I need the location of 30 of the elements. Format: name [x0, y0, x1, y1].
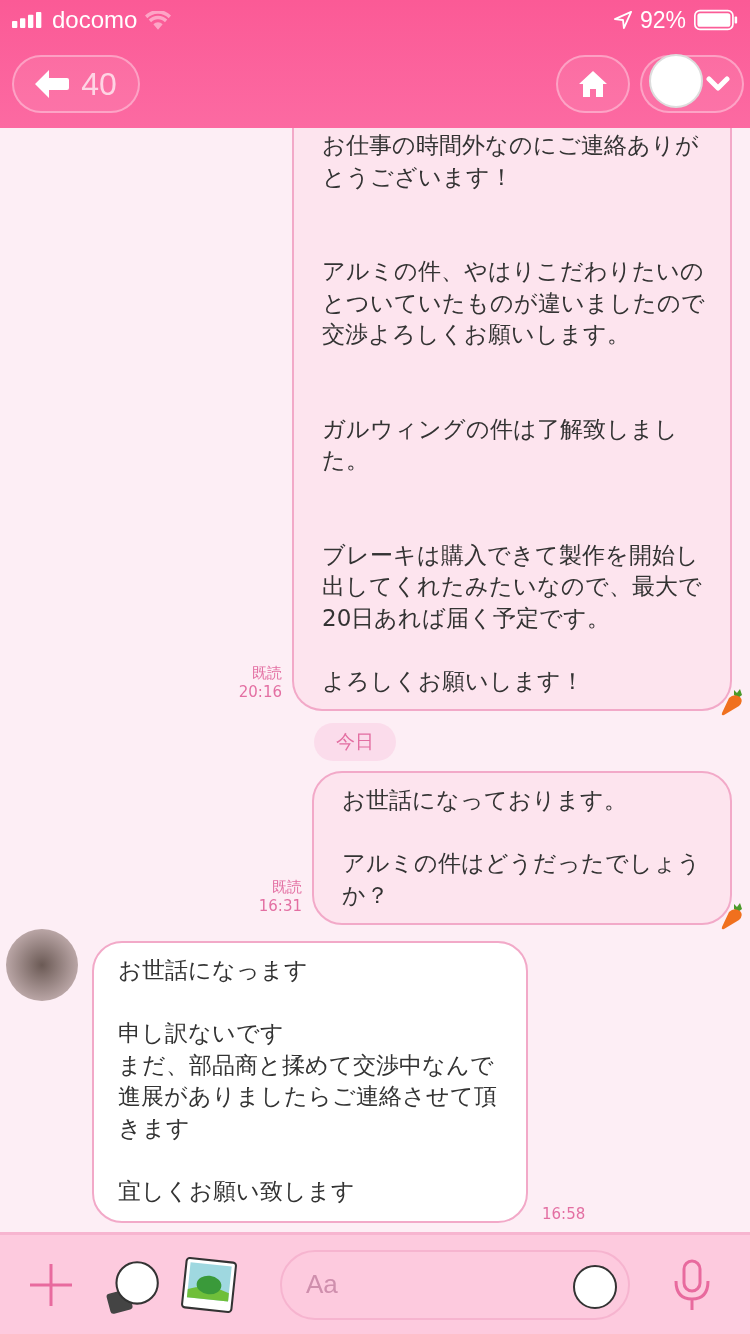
message-text: 申し訳ないです — [118, 1019, 285, 1048]
signal-icon — [12, 12, 44, 28]
message-text: まだ、部品商と揉めて交渉中なんで進展がありましたらご連絡させて頂きます — [118, 1050, 498, 1143]
carrier-name: docomo — [52, 6, 138, 34]
wifi-icon — [145, 10, 172, 30]
home-button[interactable] — [556, 55, 630, 113]
arrow-icon — [35, 70, 70, 98]
message-text: アルミの件はどうだったでしょうか？ — [342, 849, 702, 910]
message-text: 宜しくお願い致します — [118, 1176, 356, 1206]
message-time: 20:16 — [238, 683, 282, 701]
menu-button[interactable] — [640, 55, 744, 113]
message-text: ガルウィングの件は了解致しました。 — [322, 414, 679, 475]
message-text: よろしくお願いします！ — [322, 666, 585, 696]
message-time: 16:31 — [258, 897, 302, 915]
message-text: アルミの件、やはりこだわりたいのとついていたものが違いましたので交渉よろしくお願いします。 — [322, 257, 706, 349]
chevron-down-icon — [706, 76, 730, 92]
read-receipt: 既読 — [252, 664, 282, 683]
date-chip: 今日 — [314, 723, 396, 761]
home-icon — [578, 70, 608, 98]
battery-icon — [694, 9, 738, 31]
message-text: お仕事の時間外なのにご連絡ありがとうございます！ — [322, 131, 700, 192]
message-text: お世話になっております。 — [342, 786, 628, 815]
message-text: ブレーキは購入できて製作を開始し出してくれたみたいなので、最大で20日あれば届く予定です。 — [322, 540, 703, 633]
read-receipt: 既読 — [272, 878, 302, 897]
message-input[interactable]: Aa — [280, 1249, 630, 1320]
battery-percent: 92% — [639, 6, 686, 34]
location-icon — [613, 11, 632, 29]
back-button[interactable]: 40 — [12, 55, 140, 113]
message-time: 16:58 — [542, 1205, 586, 1223]
message-text: お世話になっます — [118, 956, 309, 985]
